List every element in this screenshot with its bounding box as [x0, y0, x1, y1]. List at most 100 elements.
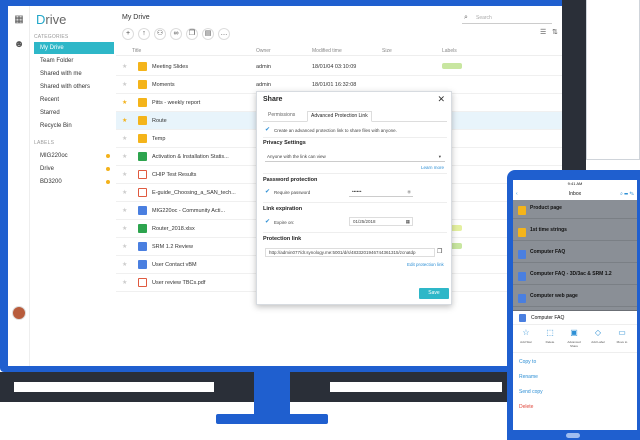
breadcrumb[interactable]: My Drive [122, 14, 150, 21]
file-name[interactable]: CHIP Test Results [152, 172, 196, 178]
tab-advanced-protection-link[interactable]: Advanced Protection Link [307, 111, 372, 122]
action-icon-button[interactable]: ☆ Add Star [515, 328, 537, 344]
action-icon-button[interactable]: ◇ Add Label [587, 328, 609, 344]
star-icon[interactable]: ★ [122, 171, 127, 178]
sidebar-item[interactable]: Team Folder [34, 55, 114, 67]
sidebar-item[interactable]: Shared with others [34, 81, 114, 93]
star-icon[interactable]: ★ [122, 243, 127, 250]
file-name[interactable]: Moments [152, 82, 175, 88]
star-icon[interactable]: ★ [122, 261, 127, 268]
file-name[interactable]: E-guide_Choosing_a_SAN_tech... [152, 190, 236, 196]
action-icon-button[interactable]: ⬚ Delete [539, 328, 561, 344]
sidebar-item[interactable]: My Drive [34, 42, 114, 54]
expire-checkbox[interactable]: ✔ [265, 219, 271, 225]
eye-icon[interactable]: ◉ [407, 188, 411, 196]
more-icon[interactable]: … [218, 28, 230, 40]
star-icon[interactable]: ★ [122, 279, 127, 286]
action-row[interactable]: Delete [519, 404, 533, 410]
tab-permissions[interactable]: Permissions [265, 112, 298, 118]
label-dot-icon [106, 167, 110, 171]
file-name[interactable]: MIG220oc - Community Acti... [152, 208, 225, 214]
link-icon[interactable]: ∞ [170, 28, 182, 40]
star-icon[interactable]: ★ [122, 207, 127, 214]
folder-icon [518, 228, 526, 237]
search-input[interactable]: ⌕ Search [462, 12, 552, 24]
col-size[interactable]: Size [382, 48, 392, 54]
phone-file-list: Product page 1st time strings Computer FAQ… [513, 200, 637, 310]
star-icon[interactable]: ★ [122, 99, 127, 106]
sidebar-item[interactable]: Recycle Bin [34, 120, 114, 132]
list-view-icon[interactable]: ☰ [540, 28, 546, 36]
list-item[interactable]: Computer web page [513, 290, 637, 307]
create-button[interactable]: + [122, 28, 134, 40]
copy-icon[interactable]: ❐ [186, 28, 198, 40]
home-button[interactable] [566, 433, 580, 438]
star-icon[interactable]: ★ [122, 135, 127, 142]
list-item[interactable]: Product page [513, 202, 637, 219]
file-name[interactable]: Meeting Slides [152, 64, 188, 70]
star-icon[interactable]: ★ [122, 153, 127, 160]
file-name[interactable]: SRM 1.2 Review [152, 244, 193, 250]
expire-date-input[interactable]: 01/25/2018 ▦ [349, 217, 413, 226]
sidebar-label[interactable]: BD3200 [34, 176, 114, 188]
sidebar-label[interactable]: MIG220oc [34, 150, 114, 162]
scene: ▦ ☻ Drive CATEGORIES My Drive Team Folder… [0, 0, 640, 440]
star-icon[interactable]: ★ [122, 225, 127, 232]
sidebar-item[interactable]: Starred [34, 107, 114, 119]
file-name[interactable]: Pitts - weekly report [152, 100, 200, 106]
action-sheet-title: Computer FAQ [531, 315, 565, 321]
calendar-icon[interactable]: ▦ [406, 218, 410, 226]
list-item[interactable]: 1st time strings [513, 224, 637, 241]
star-icon[interactable]: ★ [122, 81, 127, 88]
file-name[interactable]: Temp [152, 136, 165, 142]
sidebar-label[interactable]: Drive [34, 163, 114, 175]
require-password-checkbox[interactable]: ✔ [265, 189, 271, 195]
star-icon[interactable]: ★ [122, 63, 127, 70]
privacy-select[interactable]: Anyone with the link can view ▾ [265, 152, 445, 162]
table-row[interactable]: ★ Meeting Slides admin 18/01/04 03:10:09 [116, 58, 562, 76]
star-icon[interactable]: ★ [122, 117, 127, 124]
sort-icon[interactable]: ⇅ [552, 28, 558, 36]
star-icon[interactable]: ★ [122, 189, 127, 196]
sidebar-item[interactable]: Shared with me [34, 68, 114, 80]
action-icon-button[interactable]: ▣ Advanced Share [563, 328, 585, 348]
file-name[interactable]: User Contact vBM [152, 262, 197, 268]
file-name[interactable]: Route [152, 118, 167, 124]
share-icon[interactable]: ⚇ [154, 28, 166, 40]
list-item[interactable]: Computer FAQ [513, 246, 637, 263]
action-icon-button[interactable]: ▭ Move to [611, 328, 633, 344]
action-label: Advanced Share [567, 340, 581, 348]
save-button[interactable]: Save [419, 288, 449, 299]
sidebar-item[interactable]: Recent [34, 94, 114, 106]
col-title[interactable]: Title [132, 48, 141, 54]
phone-tools-icon[interactable]: ⌕ ☰ ✎ [620, 188, 634, 200]
expiration-title: Link expiration [263, 206, 303, 212]
action-row[interactable]: Send copy [519, 389, 543, 395]
list-item[interactable]: Computer FAQ - 3D/3ac & SRM 1.2 [513, 268, 637, 285]
col-owner[interactable]: Owner [256, 48, 271, 54]
create-link-checkbox[interactable]: ✔ [265, 127, 271, 133]
file-name[interactable]: Activation & Installation Statis... [152, 154, 229, 160]
close-icon[interactable]: ✕ [437, 94, 445, 105]
password-input[interactable]: •••••• ◉ [349, 188, 413, 197]
label-text: MIG220oc [40, 153, 68, 159]
doc-icon [518, 294, 526, 303]
copy-link-icon[interactable]: ❐ [437, 248, 442, 255]
file-name[interactable]: Router_2018.xlsx [152, 226, 195, 232]
learn-more-link[interactable]: Learn more [421, 165, 444, 170]
edit-protection-link[interactable]: Edit protection link [407, 262, 444, 267]
upload-icon[interactable]: ↑ [138, 28, 150, 40]
protection-link-field[interactable]: http://admin077/dr.synology.me:5001/d/s/… [265, 248, 435, 257]
back-icon[interactable]: ‹ [516, 188, 518, 200]
action-row[interactable]: Copy to [519, 359, 536, 365]
doc-icon [518, 272, 526, 281]
apps-grid-icon[interactable]: ▦ [8, 14, 30, 25]
delete-icon[interactable]: ▤ [202, 28, 214, 40]
admin-icon[interactable]: ☻ [8, 39, 30, 50]
folder-icon [138, 98, 147, 107]
col-labels[interactable]: Labels [442, 48, 457, 54]
file-name[interactable]: User review TBCs.pdf [152, 280, 205, 286]
action-row[interactable]: Rename [519, 374, 538, 380]
col-modified[interactable]: Modified time [312, 48, 342, 54]
avatar[interactable] [12, 306, 26, 320]
